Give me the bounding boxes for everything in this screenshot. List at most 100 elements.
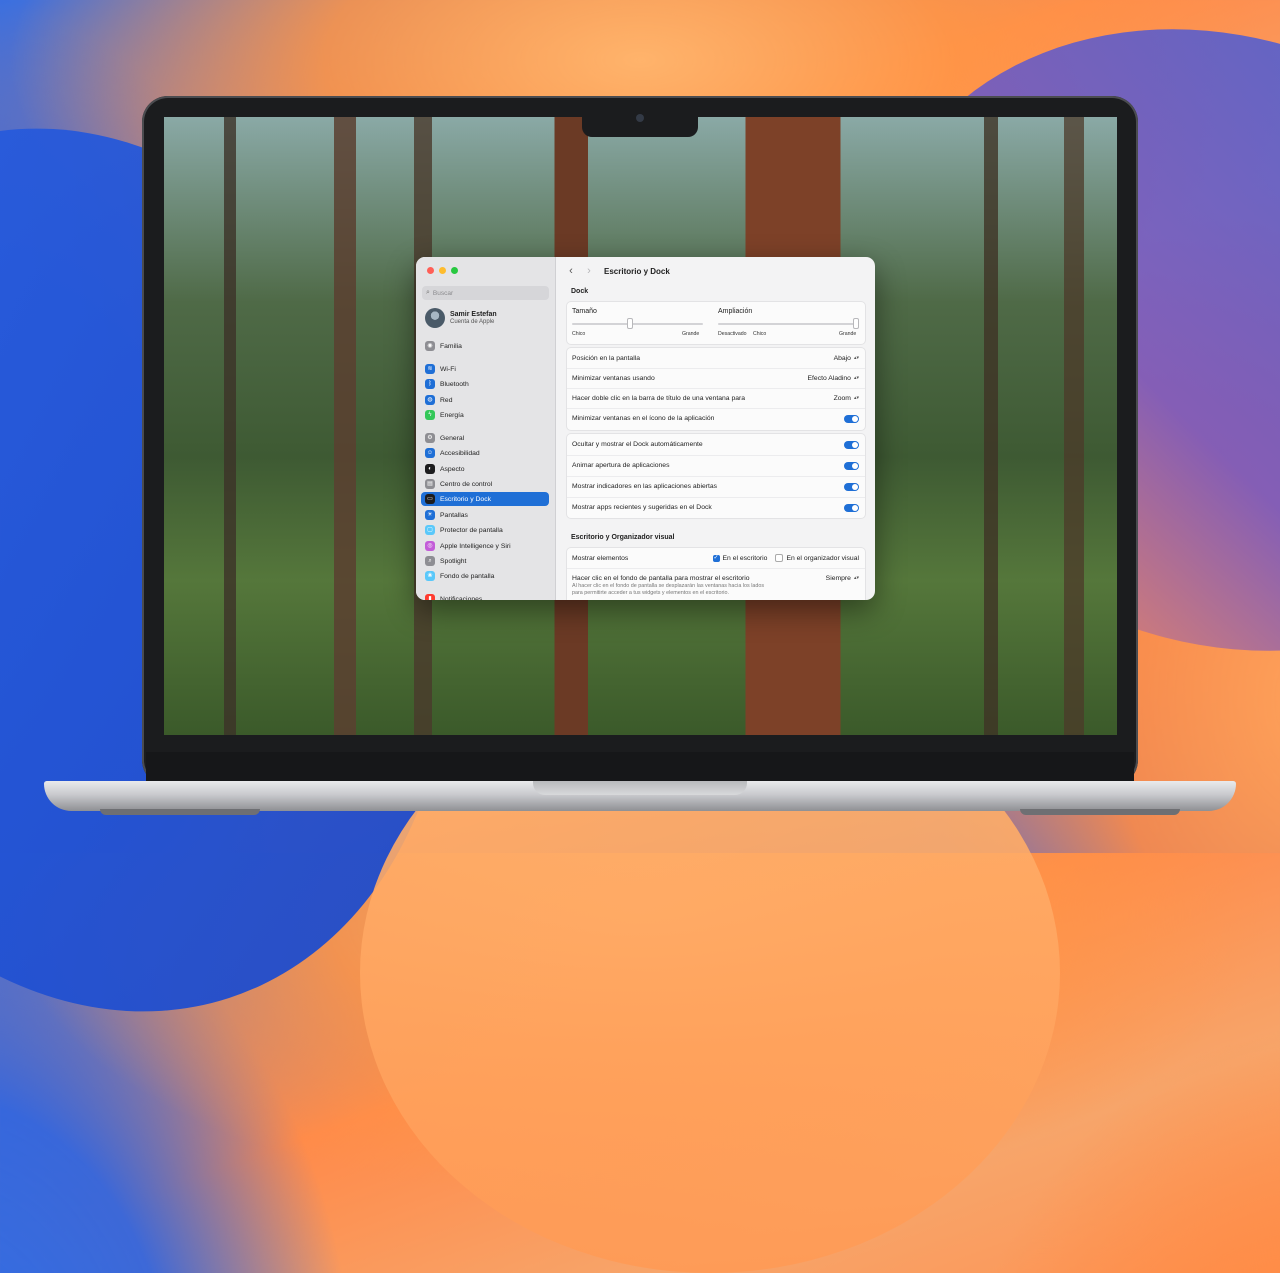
avatar: [425, 308, 445, 328]
click-wallpaper-note-line2: para permitirte acceder a tus widgets y …: [572, 589, 729, 596]
double-click-popup[interactable]: Zoom ▴▾: [834, 395, 859, 402]
updown-chevron-icon: ▴▾: [853, 375, 859, 381]
sidebar-item-label: Apple Intelligence y Siri: [440, 542, 511, 550]
sidebar-item-screensaver[interactable]: ▢ Protector de pantalla: [421, 523, 549, 537]
sidebar-item-control-center[interactable]: ▤ Centro de control: [421, 477, 549, 491]
minimize-effect-popup[interactable]: Efecto Aladino ▴▾: [808, 375, 860, 382]
notifications-icon: ▮: [425, 594, 435, 600]
control-center-icon: ▤: [425, 479, 435, 489]
siri-icon: ◎: [425, 541, 435, 551]
dock-toggles-group: Ocultar y mostrar el Dock automáticament…: [566, 433, 866, 519]
show-items-label: Mostrar elementos: [572, 554, 629, 562]
on-desktop-checkbox[interactable]: ✓ En el escritorio: [712, 554, 767, 562]
sidebar-item-label: Centro de control: [440, 480, 493, 488]
sidebar-item-appearance[interactable]: ◐ Aspecto: [421, 462, 549, 476]
window-controls: [427, 267, 458, 274]
sidebar-item-wallpaper[interactable]: ❀ Fondo de pantalla: [421, 569, 549, 583]
indicators-toggle[interactable]: [844, 482, 859, 491]
dock-options-group: Posición en la pantalla Abajo ▴▾ Minimiza…: [566, 347, 866, 431]
sidebar-item-label: Accesibilidad: [440, 449, 480, 457]
animate-toggle[interactable]: [844, 461, 859, 470]
magnification-min-label: Chico: [753, 331, 767, 337]
sidebar-item-label: Energía: [440, 411, 464, 419]
sidebar-item-gear[interactable]: ⚙ General: [421, 431, 549, 445]
sidebar-item-siri[interactable]: ◎ Apple Intelligence y Siri: [421, 539, 549, 553]
recent-apps-toggle[interactable]: [844, 503, 859, 512]
position-row[interactable]: Posición en la pantalla Abajo ▴▾: [567, 348, 865, 369]
sidebar-item-desktop-dock[interactable]: ▭ Escritorio y Dock: [421, 492, 549, 506]
accessibility-icon: ☺: [425, 448, 435, 458]
sidebar-item-network[interactable]: ◍ Red: [421, 393, 549, 407]
toggle-row: Mostrar apps recientes y sugeridas en el…: [567, 497, 865, 518]
sidebar-item-label: Aspecto: [440, 465, 465, 473]
position-popup[interactable]: Abajo ▴▾: [834, 355, 859, 362]
apple-account[interactable]: Samir Estefan Cuenta de Apple: [425, 308, 497, 328]
forward-chevron-icon[interactable]: ›: [582, 265, 596, 277]
click-wallpaper-note: Al hacer clic en el fondo de pantalla se…: [572, 583, 812, 596]
sidebar-item-label: Pantallas: [440, 511, 468, 519]
sidebar-item-family[interactable]: ◉ Familia: [421, 339, 549, 353]
sidebar-item-label: Fondo de pantalla: [440, 572, 495, 580]
double-click-value: Zoom: [833, 394, 851, 402]
sidebar-item-wifi[interactable]: ≋ Wi-Fi: [421, 362, 549, 376]
size-label: Tamaño: [572, 308, 597, 315]
checkmark-icon: ✓: [712, 554, 720, 562]
sidebar-item-accessibility[interactable]: ☺ Accesibilidad: [421, 446, 549, 460]
account-subtitle: Cuenta de Apple: [450, 319, 495, 325]
empty-checkbox-icon: [775, 554, 784, 562]
magnification-slider-thumb[interactable]: [853, 318, 859, 329]
size-slider-track[interactable]: [572, 323, 703, 325]
minimize-effect-row[interactable]: Minimizar ventanas usando Efecto Aladino…: [567, 368, 865, 389]
magnification-slider-track[interactable]: [718, 323, 858, 325]
updown-chevron-icon: ▴▾: [853, 355, 859, 361]
back-chevron-icon[interactable]: ‹: [564, 265, 578, 277]
minimize-effect-label: Minimizar ventanas usando: [572, 374, 655, 382]
settings-content: ‹ › Escritorio y Dock Dock Tamaño Chico …: [556, 257, 875, 600]
network-icon: ◍: [425, 395, 435, 405]
zoom-button[interactable]: [451, 267, 458, 274]
family-icon: ◉: [425, 341, 435, 351]
bluetooth-icon: ᛒ: [425, 379, 435, 389]
sidebar-item-label: Wi-Fi: [440, 365, 456, 373]
desktop-options-group: Mostrar elementos ✓ En el escritorio En e…: [566, 547, 866, 600]
autohide-toggle[interactable]: [844, 440, 859, 449]
battery-icon: ϟ: [425, 410, 435, 420]
minimize-into-icon-label: Minimizar ventanas en el ícono de la apl…: [572, 415, 715, 422]
toggle-row: Mostrar indicadores en las aplicaciones …: [567, 476, 865, 498]
wallpaper-icon: ❀: [425, 571, 435, 581]
double-click-row[interactable]: Hacer doble clic en la barra de título d…: [567, 388, 865, 409]
sidebar-item-notifications[interactable]: ▮ Notificaciones: [421, 592, 549, 600]
dock-section-title: Dock: [571, 288, 589, 295]
sidebar-item-battery[interactable]: ϟ Energía: [421, 408, 549, 422]
search-input[interactable]: [429, 289, 533, 297]
account-name: Samir Estefan: [450, 311, 497, 318]
in-stage-manager-label: En el organizador visual: [786, 554, 859, 562]
animate-label: Animar apertura de aplicaciones: [572, 462, 670, 469]
content-toolbar: ‹ › Escritorio y Dock: [556, 257, 875, 285]
indicators-label: Mostrar indicadores en las aplicaciones …: [572, 483, 718, 490]
settings-window: ⌕ Samir Estefan Cuenta de Apple ◉ Familia…: [416, 257, 875, 600]
appearance-icon: ◐: [425, 464, 435, 474]
click-wallpaper-popup[interactable]: Siempre ▴▾: [826, 575, 859, 582]
size-slider-thumb[interactable]: [626, 318, 633, 329]
sidebar-item-spotlight[interactable]: ⌕ Spotlight: [421, 554, 549, 568]
sidebar-item-label: Red: [440, 396, 453, 404]
search-field[interactable]: ⌕: [422, 286, 549, 300]
toggle-row: Ocultar y mostrar el Dock automáticament…: [567, 434, 865, 456]
desktop-section-title: Escritorio y Organizador visual: [571, 534, 675, 541]
position-value: Abajo: [833, 354, 851, 362]
minimize-button[interactable]: [439, 267, 446, 274]
sidebar-item-label: Notificaciones: [440, 595, 483, 601]
position-label: Posición en la pantalla: [572, 354, 641, 362]
page-title: Escritorio y Dock: [604, 266, 670, 276]
magnification-off-label: Desactivado: [718, 331, 747, 337]
displays-icon: ☀: [425, 510, 435, 520]
autohide-label: Ocultar y mostrar el Dock automáticament…: [572, 441, 703, 448]
close-button[interactable]: [427, 267, 434, 274]
in-stage-manager-checkbox[interactable]: En el organizador visual: [775, 554, 859, 562]
sidebar-item-label: General: [440, 434, 465, 442]
sidebar-item-bluetooth[interactable]: ᛒ Bluetooth: [421, 377, 549, 391]
sidebar-item-displays[interactable]: ☀ Pantallas: [421, 508, 549, 522]
magnification-label: Ampliación: [718, 308, 753, 315]
minimize-into-icon-toggle[interactable]: [844, 414, 859, 423]
